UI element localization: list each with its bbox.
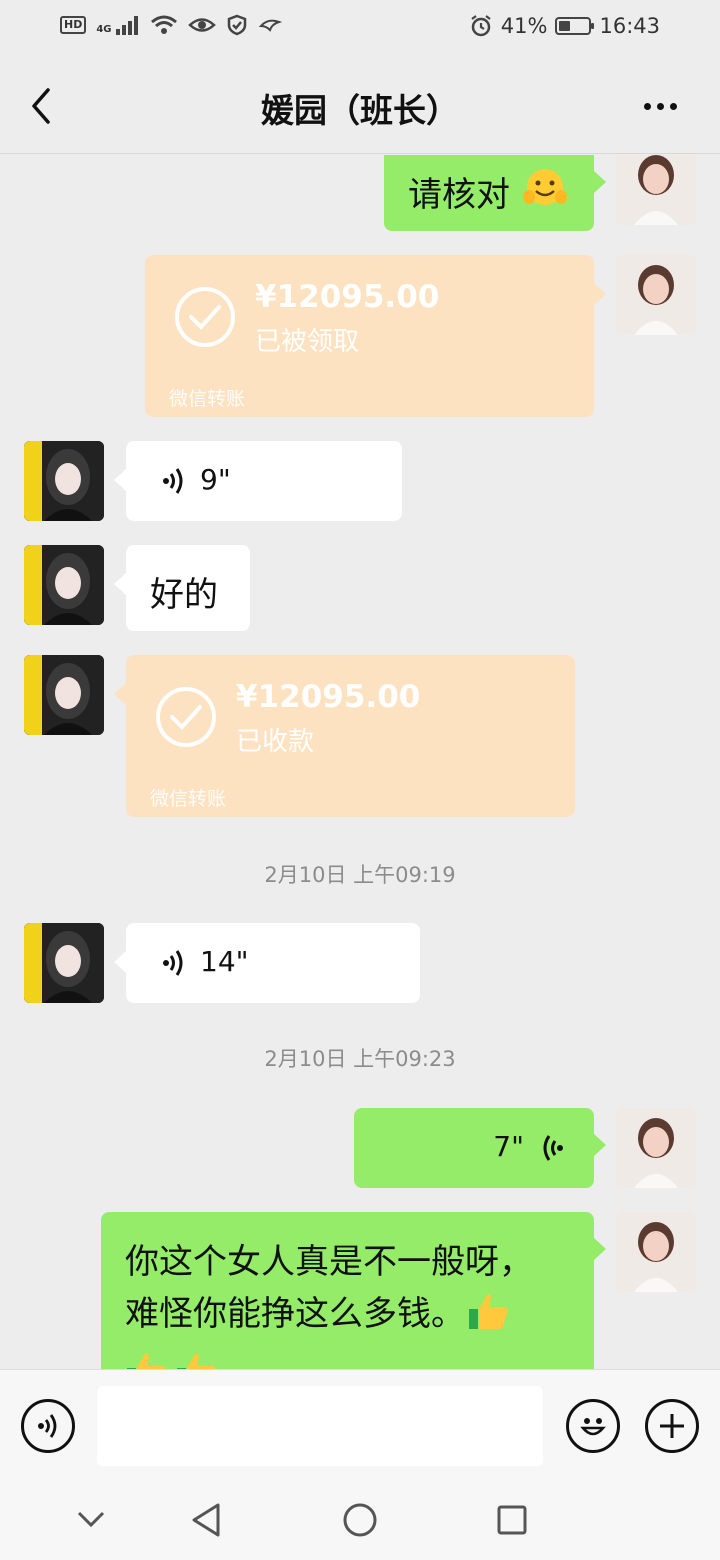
thumbs-up-emoji bbox=[177, 1353, 216, 1369]
voice-duration: 14" bbox=[200, 945, 249, 978]
battery-percent: 41% bbox=[500, 14, 548, 38]
avatar-self-image bbox=[616, 1212, 696, 1292]
more-options-button[interactable] bbox=[644, 94, 684, 118]
plus-icon bbox=[660, 1414, 684, 1438]
message-text-line-2-row: 难怪你能挣这么多钱。 bbox=[125, 1286, 511, 1335]
status-left-group: HD 4G bbox=[60, 14, 282, 36]
transfer-amount: ¥12095.00 bbox=[236, 679, 421, 715]
message-text: 好的 bbox=[150, 575, 218, 615]
bird-icon bbox=[258, 19, 282, 32]
signal-icon: 4G bbox=[96, 15, 139, 35]
input-bar bbox=[0, 1369, 720, 1482]
avatar-contact-image bbox=[24, 545, 104, 625]
avatar-contact[interactable] bbox=[24, 441, 104, 521]
message-text: 请核对 bbox=[408, 175, 510, 215]
alarm-clock-icon bbox=[471, 15, 491, 37]
avatar-contact-image bbox=[24, 655, 104, 735]
voice-duration: 9" bbox=[200, 463, 231, 496]
avatar-self[interactable] bbox=[616, 1212, 696, 1292]
more-dot bbox=[670, 102, 677, 110]
more-dot bbox=[644, 102, 651, 110]
system-nav-bar bbox=[0, 1482, 720, 1560]
transfer-status: 已收款 bbox=[236, 727, 315, 757]
avatar-self-image bbox=[616, 255, 696, 335]
message-bubble-received[interactable]: 好的 bbox=[114, 545, 250, 631]
more-dot bbox=[657, 102, 664, 110]
battery-level bbox=[559, 21, 571, 31]
wifi-icon bbox=[150, 15, 177, 34]
voice-message-sent[interactable]: 7" bbox=[354, 1108, 606, 1188]
chat-header: 媛园（班长） bbox=[0, 58, 720, 154]
transfer-card-sent[interactable]: ¥12095.00 已被领取 微信转账 bbox=[145, 255, 606, 417]
avatar-self[interactable] bbox=[616, 255, 696, 335]
message-bubble-sent[interactable]: 你这个女人真是不一般呀， 难怪你能挣这么多钱。 bbox=[101, 1212, 606, 1369]
voice-input-button[interactable] bbox=[21, 1399, 75, 1453]
thumbs-up-emoji bbox=[469, 1294, 508, 1329]
voice-input-icon bbox=[38, 1414, 57, 1438]
back-triangle-icon[interactable] bbox=[190, 1502, 222, 1538]
thumbs-up-emoji bbox=[127, 1353, 166, 1369]
message-text-line-2: 难怪你能挣这么多钱。 bbox=[125, 1294, 465, 1334]
voice-message-received[interactable]: 14" bbox=[114, 923, 420, 1003]
home-circle-icon[interactable] bbox=[342, 1502, 378, 1538]
message-timestamp: 2月10日 上午09:23 bbox=[264, 1047, 456, 1071]
recents-square-icon[interactable] bbox=[496, 1504, 528, 1536]
voice-wave-icon bbox=[543, 1135, 563, 1161]
avatar-contact-image bbox=[24, 441, 104, 521]
chat-messages[interactable]: 请核对 ¥12095.00 已被领取 微信转账 9" 好的 ¥12095.00 … bbox=[0, 155, 720, 1369]
clock-time: 16:43 bbox=[599, 14, 660, 38]
check-circle-icon bbox=[175, 287, 235, 347]
emoji-button[interactable] bbox=[566, 1399, 620, 1453]
avatar-self[interactable] bbox=[616, 155, 696, 225]
chevron-down-icon[interactable] bbox=[76, 1508, 106, 1530]
page-title: 媛园（班长） bbox=[261, 91, 459, 130]
voice-wave-icon bbox=[163, 468, 183, 494]
voice-wave-icon bbox=[163, 950, 183, 976]
transfer-footer: 微信转账 bbox=[150, 788, 227, 810]
message-bubble-sent[interactable]: 请核对 bbox=[384, 155, 606, 231]
smiley-icon bbox=[580, 1418, 606, 1436]
check-circle-icon bbox=[156, 687, 216, 747]
avatar-contact[interactable] bbox=[24, 545, 104, 625]
hugging-face-emoji bbox=[523, 169, 567, 205]
voice-message-received[interactable]: 9" bbox=[114, 441, 402, 521]
avatar-self-image bbox=[616, 1108, 696, 1188]
voice-duration: 7" bbox=[493, 1130, 524, 1163]
transfer-footer: 微信转账 bbox=[169, 388, 246, 410]
transfer-status: 已被领取 bbox=[255, 327, 360, 357]
shield-icon bbox=[227, 14, 246, 36]
avatar-self[interactable] bbox=[616, 1108, 696, 1188]
status-bar: HD 4G 41% 16:43 bbox=[0, 0, 720, 58]
eye-icon bbox=[187, 18, 216, 32]
avatar-contact[interactable] bbox=[24, 655, 104, 735]
transfer-card-received[interactable]: ¥12095.00 已收款 微信转账 bbox=[114, 655, 575, 817]
hd-badge: HD bbox=[60, 16, 87, 34]
more-functions-button[interactable] bbox=[645, 1399, 699, 1453]
thumbs-up-emoji-row bbox=[125, 1348, 219, 1369]
battery-icon bbox=[555, 17, 595, 35]
transfer-amount: ¥12095.00 bbox=[255, 279, 440, 315]
message-timestamp: 2月10日 上午09:19 bbox=[264, 863, 456, 887]
avatar-contact[interactable] bbox=[24, 923, 104, 1003]
message-text-line-1: 你这个女人真是不一般呀， bbox=[125, 1242, 533, 1282]
avatar-self-image bbox=[616, 155, 696, 225]
status-right-group: 41% 16:43 bbox=[469, 14, 660, 38]
message-input[interactable] bbox=[97, 1386, 543, 1466]
avatar-contact-image bbox=[24, 923, 104, 1003]
